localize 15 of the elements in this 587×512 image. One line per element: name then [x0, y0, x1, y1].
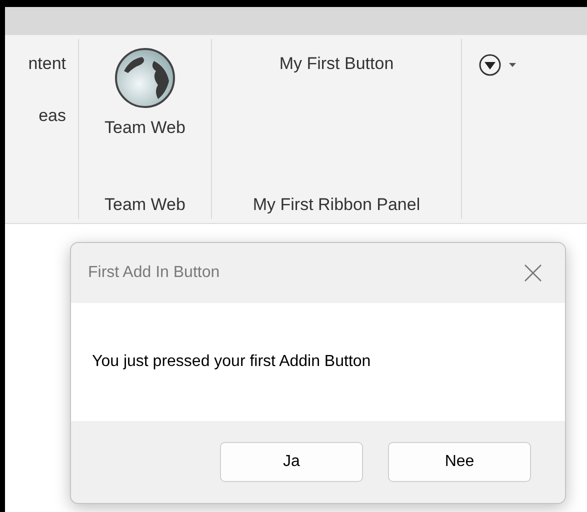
- dropdown-circle-icon: [479, 54, 501, 76]
- group-label: My First Ribbon Panel: [252, 194, 420, 216]
- dialog-message: You just pressed your first Addin Button: [92, 352, 371, 372]
- dialog-button[interactable]: Nee: [388, 442, 531, 482]
- team-web-button[interactable]: Team Web: [104, 47, 186, 140]
- globe-icon: [114, 47, 176, 109]
- dropdown-button[interactable]: [479, 54, 516, 76]
- close-icon: [523, 263, 543, 283]
- group-label: Team Web: [104, 194, 186, 216]
- dialog-title: First Add In Button: [88, 263, 220, 283]
- ribbon-button[interactable]: My First Button: [279, 51, 394, 76]
- ribbon-item[interactable]: eas: [38, 102, 66, 128]
- caret-icon: [509, 63, 516, 67]
- dialog-button[interactable]: Ja: [220, 442, 363, 482]
- ribbon-item[interactable]: ntent: [28, 51, 66, 76]
